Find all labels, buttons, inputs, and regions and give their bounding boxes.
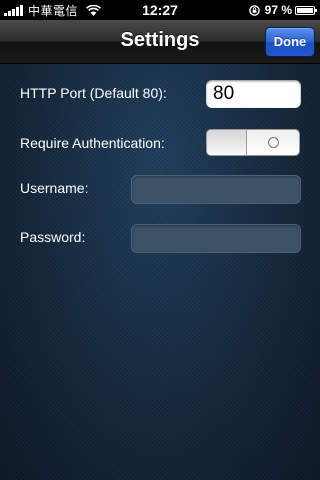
done-button[interactable]: Done	[265, 27, 315, 57]
status-bar: 中華電信 12:27 97 %	[0, 0, 320, 20]
password-label: Password:	[20, 229, 86, 245]
username-label: Username:	[20, 180, 89, 196]
toggle-off-indicator	[247, 130, 299, 155]
off-ring-icon	[267, 136, 279, 148]
battery-level	[297, 7, 313, 13]
toggle-knob[interactable]	[207, 130, 247, 155]
require-auth-toggle[interactable]	[206, 129, 300, 156]
battery-tip	[315, 8, 317, 12]
navigation-bar: Settings Done	[0, 20, 320, 64]
username-field[interactable]	[131, 175, 301, 204]
status-right: 97 %	[248, 3, 317, 17]
http-port-field[interactable]: 80	[206, 80, 301, 108]
require-auth-label: Require Authentication:	[20, 135, 165, 151]
http-port-label: HTTP Port (Default 80):	[20, 85, 167, 101]
rotation-lock-icon	[248, 4, 260, 16]
battery-percent: 97 %	[264, 3, 292, 17]
battery-icon	[295, 5, 317, 15]
password-field[interactable]	[131, 224, 301, 253]
